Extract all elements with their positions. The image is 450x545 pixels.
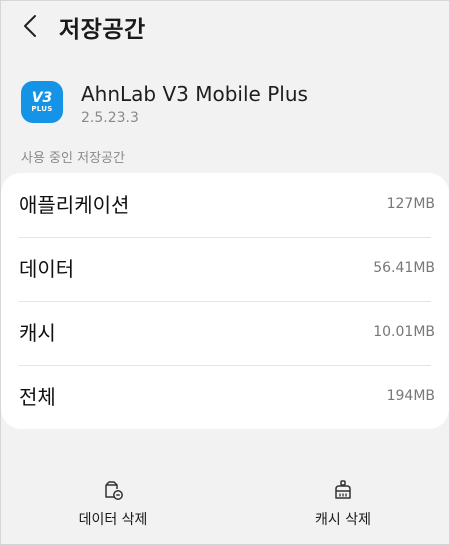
storage-row-data: 데이터 56.41MB	[1, 237, 449, 301]
storage-row-label: 전체	[19, 385, 56, 409]
storage-row-label: 캐시	[19, 321, 56, 345]
storage-row-label: 애플리케이션	[19, 193, 130, 217]
storage-row-value: 10.01MB	[373, 324, 435, 340]
storage-row-cache: 캐시 10.01MB	[1, 301, 449, 365]
app-icon-plus-text: PLUS	[31, 104, 53, 113]
app-icon-v3-text: V3	[31, 89, 53, 106]
clear-cache-label: 캐시 삭제	[315, 512, 371, 528]
page-title: 저장공간	[59, 17, 146, 43]
storage-row-value: 127MB	[386, 196, 435, 212]
app-icon: V3 PLUS	[21, 81, 63, 123]
clear-data-button[interactable]: 데이터 삭제	[33, 479, 193, 535]
clear-data-label: 데이터 삭제	[78, 512, 148, 528]
storage-row-total: 전체 194MB	[1, 365, 449, 429]
app-info: V3 PLUS AhnLab V3 Mobile Plus 2.5.23.3	[19, 79, 439, 129]
app-version: 2.5.23.3	[81, 110, 139, 126]
storage-row-value: 194MB	[386, 388, 435, 404]
chevron-left-icon	[24, 15, 36, 37]
storage-row-value: 56.41MB	[373, 260, 435, 276]
clear-cache-icon	[335, 480, 351, 499]
storage-card: 애플리케이션 127MB 데이터 56.41MB 캐시 10.01MB 전체 1…	[1, 173, 449, 429]
app-name: AhnLab V3 Mobile Plus	[81, 82, 308, 106]
storage-row-applications: 애플리케이션 127MB	[1, 173, 449, 237]
storage-row-label: 데이터	[19, 257, 75, 281]
clear-cache-button[interactable]: 캐시 삭제	[263, 479, 423, 535]
clear-data-icon	[105, 481, 123, 500]
header: 저장공간	[1, 1, 449, 53]
section-label: 사용 중인 저장공간	[21, 151, 125, 166]
back-button[interactable]	[15, 11, 45, 41]
